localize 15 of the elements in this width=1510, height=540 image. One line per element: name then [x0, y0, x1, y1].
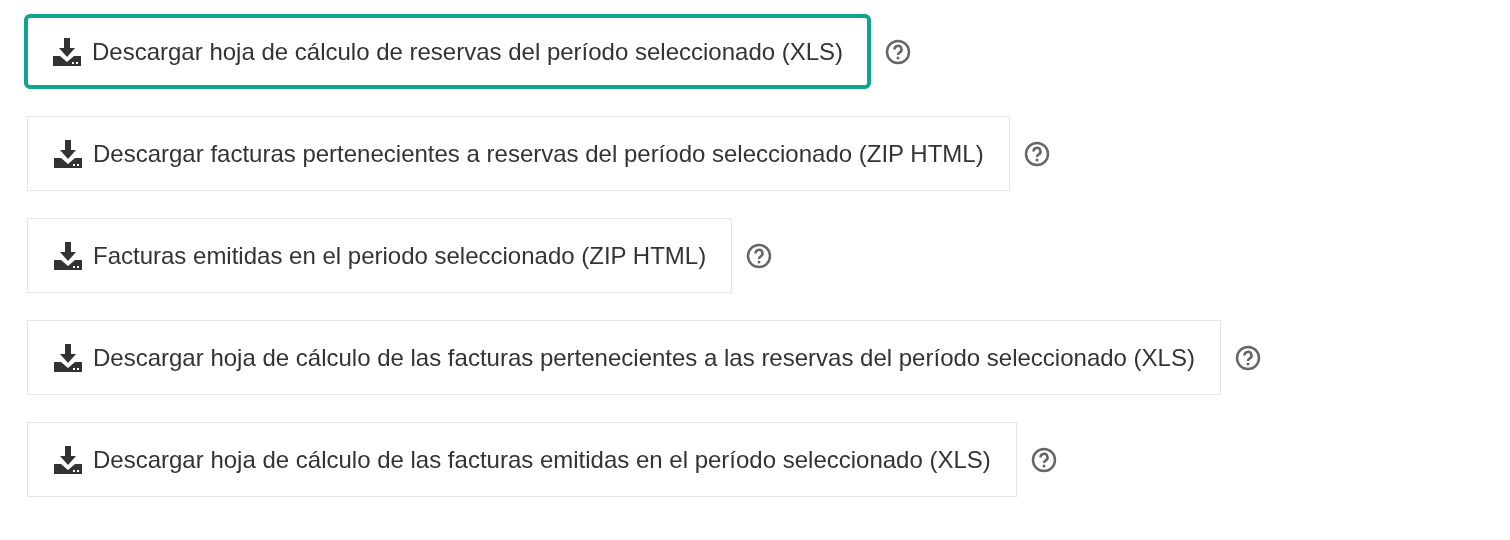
download-icon	[53, 241, 83, 270]
help-icon[interactable]	[1023, 140, 1050, 167]
help-icon[interactable]	[746, 242, 773, 269]
download-icon	[52, 37, 82, 66]
help-icon[interactable]	[1030, 446, 1057, 473]
download-button[interactable]: Descargar facturas pertenecientes a reservas del período seleccionado (ZIP HTML)	[27, 116, 1010, 191]
help-icon[interactable]	[885, 38, 912, 65]
download-button[interactable]: Descargar hoja de cálculo de las facturas pertenecientes a las reservas del período seleccionado (XLS)	[27, 320, 1221, 395]
help-icon[interactable]	[1234, 344, 1261, 371]
download-icon	[53, 139, 83, 168]
download-button[interactable]: Descargar hoja de cálculo de reservas del período seleccionado (XLS)	[24, 14, 872, 89]
download-button[interactable]: Descargar hoja de cálculo de las facturas emitidas en el período seleccionado (XLS)	[27, 422, 1017, 497]
download-button[interactable]: Facturas emitidas en el periodo seleccionado (ZIP HTML)	[27, 218, 733, 293]
download-icon	[53, 343, 83, 372]
download-icon	[53, 445, 83, 474]
